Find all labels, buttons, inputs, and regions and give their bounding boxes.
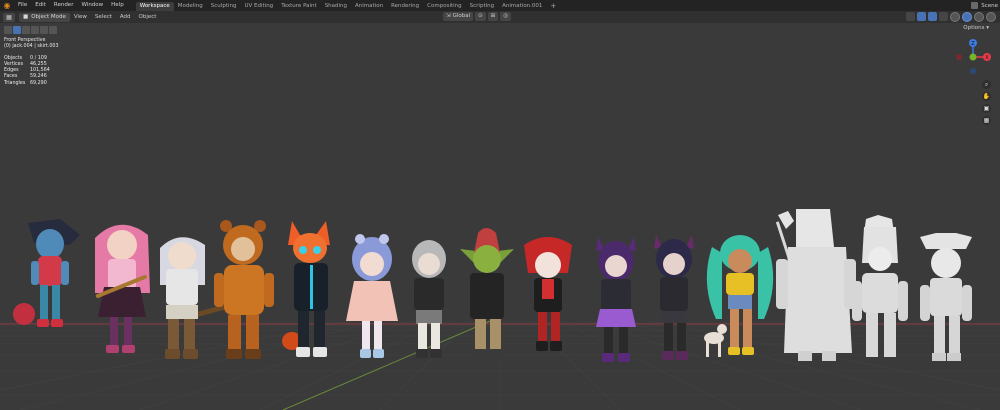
top-menubar: ◉ File Edit Render Window Help Workspace…	[0, 0, 1000, 11]
scene-selector[interactable]: Scene	[971, 0, 998, 11]
proportional-icon: ◎	[503, 13, 509, 19]
select-intersect-icon[interactable]	[49, 25, 57, 34]
tab-shading[interactable]: Shading	[321, 2, 351, 11]
wireframe-shading-icon[interactable]	[950, 11, 960, 22]
pan-hand-icon[interactable]: ✋	[982, 92, 991, 101]
material-shading-icon[interactable]	[974, 11, 984, 22]
workspace-tabs: Workspace Modeling Sculpting UV Editing …	[135, 0, 561, 11]
tab-texture-paint[interactable]: Texture Paint	[277, 2, 321, 11]
menu-add[interactable]: Add	[116, 14, 135, 20]
options-dropdown[interactable]: Options ▾	[960, 25, 992, 31]
character-model[interactable]	[852, 215, 908, 357]
character-model[interactable]	[704, 235, 774, 357]
visibility-icon[interactable]	[906, 12, 915, 21]
character-model[interactable]	[214, 220, 274, 359]
shading-tools	[906, 11, 996, 22]
select-extend-icon[interactable]	[22, 25, 30, 34]
menu-file[interactable]: File	[14, 0, 31, 11]
neg-z-axis-icon[interactable]	[970, 68, 976, 74]
tab-sculpting[interactable]: Sculpting	[207, 2, 241, 11]
zoom-icon[interactable]: ⌕	[982, 80, 991, 89]
scene-icon	[971, 2, 979, 9]
character-model[interactable]	[13, 219, 80, 327]
character-model[interactable]	[460, 228, 514, 359]
menu-select[interactable]: Select	[91, 14, 116, 20]
orientation-dropdown[interactable]: ⇲ Global	[443, 12, 474, 21]
character-model[interactable]	[596, 237, 636, 362]
stat-key: Triangles	[4, 80, 26, 86]
character-model[interactable]	[775, 209, 856, 361]
x-axis-label: X	[985, 55, 989, 61]
y-axis-icon[interactable]	[969, 53, 977, 61]
select-invert-icon[interactable]	[40, 25, 48, 34]
tab-scripting[interactable]: Scripting	[466, 2, 498, 11]
camera-view-icon[interactable]: ▣	[982, 104, 991, 113]
snap-toggle[interactable]: ⊞	[487, 12, 499, 21]
tab-animation-001[interactable]: Animation.001	[498, 2, 546, 11]
viewport-header: ▦ ■ Object Mode View Select Add Object ⇲…	[0, 11, 1000, 23]
collection-line: (0) jack.004 | skirt.003	[4, 44, 59, 50]
navigation-gizmo[interactable]: X Z	[953, 37, 993, 77]
xray-toggle-icon[interactable]	[939, 12, 948, 21]
solid-shading-icon[interactable]	[962, 11, 972, 22]
z-axis-label: Z	[971, 41, 975, 47]
scene-label: Scene	[981, 2, 998, 9]
orientation-label: Global	[452, 13, 471, 19]
menu-object[interactable]: Object	[135, 14, 161, 20]
3d-viewport[interactable]	[0, 23, 1000, 410]
tab-uv-editing[interactable]: UV Editing	[240, 2, 277, 11]
menu-edit[interactable]: Edit	[31, 0, 50, 11]
options-label: Options	[963, 25, 985, 31]
object-mode-icon: ■	[23, 13, 29, 20]
neg-x-axis-icon[interactable]	[956, 54, 962, 60]
character-lineup	[13, 209, 972, 362]
character-model[interactable]	[346, 234, 398, 358]
tab-animation[interactable]: Animation	[351, 2, 387, 11]
pivot-icon: ⊙	[478, 13, 483, 19]
select-subtract-icon[interactable]	[31, 25, 39, 34]
blender-logo-icon[interactable]: ◉	[0, 0, 14, 11]
pivot-dropdown[interactable]: ⊙	[475, 12, 486, 21]
proportional-edit-toggle[interactable]: ◎	[500, 12, 512, 21]
tab-compositing[interactable]: Compositing	[423, 2, 465, 11]
tab-modeling[interactable]: Modeling	[174, 2, 207, 11]
overlay-toggle-icon[interactable]	[928, 12, 937, 21]
character-model[interactable]	[920, 233, 972, 361]
gizmo-toggle-icon[interactable]	[917, 12, 926, 21]
character-model[interactable]	[412, 240, 446, 358]
viewport-stats-overlay: Front Perspective (0) jack.004 | skirt.0…	[4, 38, 59, 87]
character-model[interactable]	[282, 221, 330, 357]
mode-dropdown[interactable]: ■ Object Mode	[19, 12, 70, 22]
select-tool-options	[4, 25, 57, 34]
snap-icon: ⊞	[490, 13, 496, 19]
tab-rendering[interactable]: Rendering	[387, 2, 423, 11]
menu-view[interactable]: View	[70, 14, 91, 20]
orientation-icon: ⇲	[446, 13, 451, 19]
select-new-icon[interactable]	[13, 25, 21, 34]
add-workspace-button[interactable]: +	[546, 2, 560, 11]
character-model[interactable]	[654, 235, 694, 360]
transform-tools: ⇲ Global ⊙ ⊞ ◎	[443, 12, 512, 21]
mode-label: Object Mode	[31, 13, 66, 20]
tab-workspace[interactable]: Workspace	[135, 2, 174, 11]
character-model[interactable]	[95, 224, 150, 353]
stat-value: 69,290	[30, 80, 47, 86]
rendered-shading-icon[interactable]	[986, 11, 996, 22]
menu-window[interactable]: Window	[77, 0, 107, 11]
perspective-toggle-icon[interactable]: ▦	[982, 116, 991, 125]
menu-render[interactable]: Render	[50, 0, 78, 11]
select-box-icon[interactable]	[4, 25, 12, 34]
character-model[interactable]	[524, 237, 572, 351]
menu-help[interactable]: Help	[107, 0, 128, 11]
editor-type-icon[interactable]: ▦	[3, 12, 15, 22]
